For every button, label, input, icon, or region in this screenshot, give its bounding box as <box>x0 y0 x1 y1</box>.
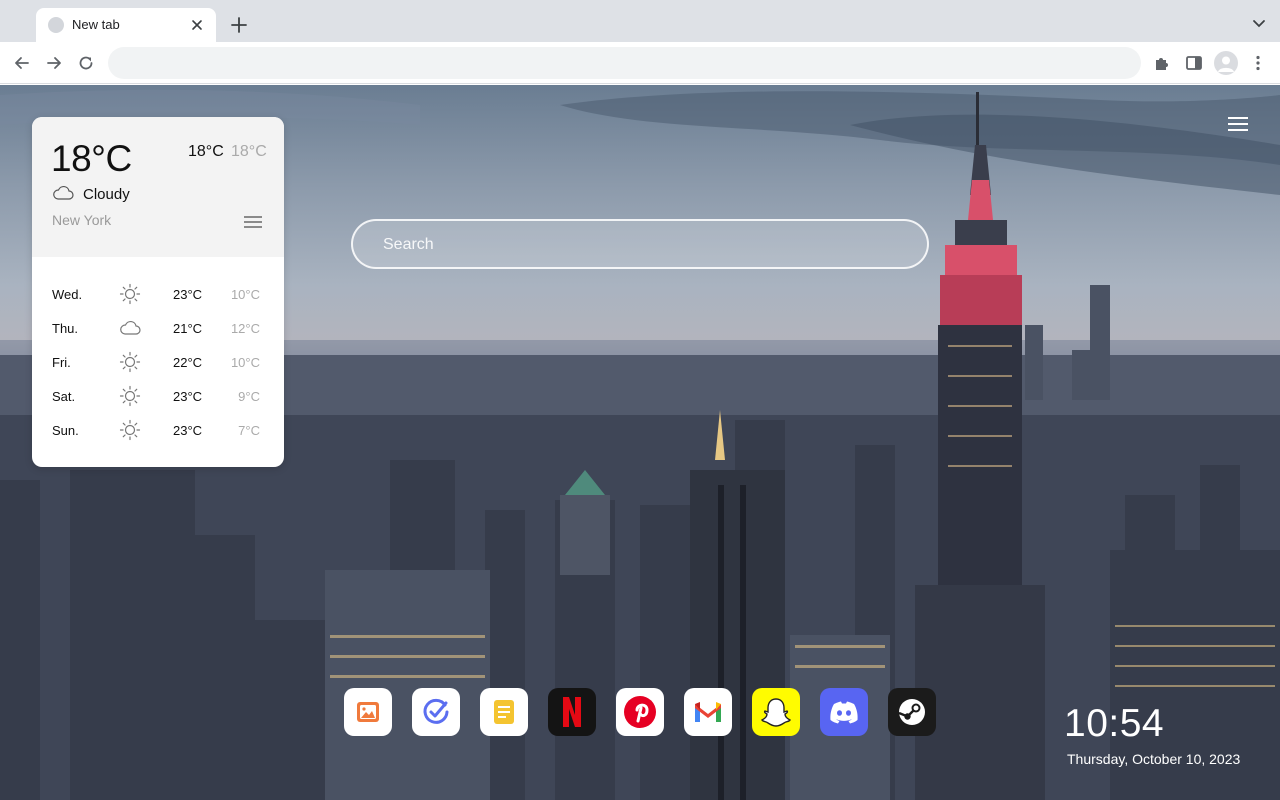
kebab-menu-icon[interactable] <box>1248 53 1268 73</box>
search-input[interactable] <box>383 233 903 257</box>
image-icon <box>357 702 379 722</box>
gmail-icon <box>695 702 721 722</box>
cloud-icon <box>120 320 141 335</box>
forecast-row: Thu. 21°C 12°C <box>32 311 284 345</box>
hamburger-menu-icon[interactable] <box>1228 116 1248 132</box>
forecast-day: Sun. <box>52 423 79 438</box>
forecast-low: 9°C <box>238 389 260 404</box>
forward-arrow-icon[interactable] <box>44 53 64 73</box>
cloud-icon <box>53 185 74 200</box>
reload-icon[interactable] <box>76 53 96 73</box>
forecast-row: Sun. 23°C 7°C <box>32 413 284 447</box>
close-tab-icon[interactable] <box>188 16 206 34</box>
new-tab-button[interactable] <box>228 14 250 36</box>
dock-steam[interactable] <box>888 688 936 736</box>
tab-title: New tab <box>72 17 120 32</box>
sun-icon <box>119 385 141 407</box>
weather-condition: Cloudy <box>83 186 130 203</box>
notes-icon <box>494 700 514 724</box>
dock-pinterest[interactable] <box>616 688 664 736</box>
extensions-puzzle-icon[interactable] <box>1152 53 1172 73</box>
pinterest-icon <box>624 696 656 728</box>
side-panel-icon[interactable] <box>1184 53 1204 73</box>
profile-avatar[interactable] <box>1214 51 1238 75</box>
forecast-row: Wed. 23°C 10°C <box>32 277 284 311</box>
today-high: 18°C <box>188 143 224 160</box>
checkmark-icon <box>423 698 449 724</box>
back-arrow-icon[interactable] <box>12 53 32 73</box>
sun-icon <box>119 351 141 373</box>
clock-time: 10:54 <box>1064 702 1165 745</box>
forecast-low: 12°C <box>230 321 260 336</box>
steam-icon <box>898 699 925 725</box>
discord-icon <box>830 701 858 724</box>
dock-todo-app[interactable] <box>412 688 460 736</box>
sun-icon <box>119 419 141 441</box>
weather-widget: 18°C 18°C 18°C Cloudy New York Wed. 23°C… <box>32 117 284 467</box>
tab-strip: New tab <box>0 0 1280 42</box>
forecast-day: Wed. <box>52 287 83 302</box>
toolbar <box>0 42 1280 84</box>
tab-search-chevron-icon[interactable] <box>1250 14 1268 32</box>
search-bar <box>351 219 929 269</box>
forecast-high: 23°C <box>173 389 203 404</box>
tab-new-tab[interactable]: New tab <box>36 8 216 42</box>
netflix-icon <box>563 697 581 727</box>
clock-date: Thursday, October 10, 2023 <box>1067 751 1241 767</box>
forecast-day: Fri. <box>52 355 71 370</box>
forecast-low: 10°C <box>230 355 260 370</box>
dock-netflix[interactable] <box>548 688 596 736</box>
dock-gallery-app[interactable] <box>344 688 392 736</box>
forecast-high: 22°C <box>173 355 203 370</box>
address-bar[interactable] <box>108 47 1141 79</box>
forecast-high: 23°C <box>173 287 203 302</box>
dock-gmail[interactable] <box>684 688 732 736</box>
today-low: 18°C <box>231 143 267 160</box>
forecast-high: 23°C <box>173 423 203 438</box>
forecast-high: 21°C <box>173 321 203 336</box>
snapchat-icon <box>761 698 791 727</box>
forecast-row: Sat. 23°C 9°C <box>32 379 284 413</box>
forecast-row: Fri. 22°C 10°C <box>32 345 284 379</box>
current-temperature: 18°C <box>51 138 132 179</box>
weather-current: 18°C 18°C 18°C Cloudy New York <box>32 117 284 257</box>
sun-icon <box>119 283 141 305</box>
forecast-low: 7°C <box>238 423 260 438</box>
forecast-day: Thu. <box>52 321 79 336</box>
forecast-low: 10°C <box>230 287 260 302</box>
person-icon <box>1218 56 1234 72</box>
dock-discord[interactable] <box>820 688 868 736</box>
dock-snapchat[interactable] <box>752 688 800 736</box>
forecast-day: Sat. <box>52 389 76 404</box>
weather-city: New York <box>52 212 112 228</box>
tab-favicon-icon <box>48 17 64 33</box>
dock-notes-app[interactable] <box>480 688 528 736</box>
list-menu-icon[interactable] <box>243 214 263 230</box>
